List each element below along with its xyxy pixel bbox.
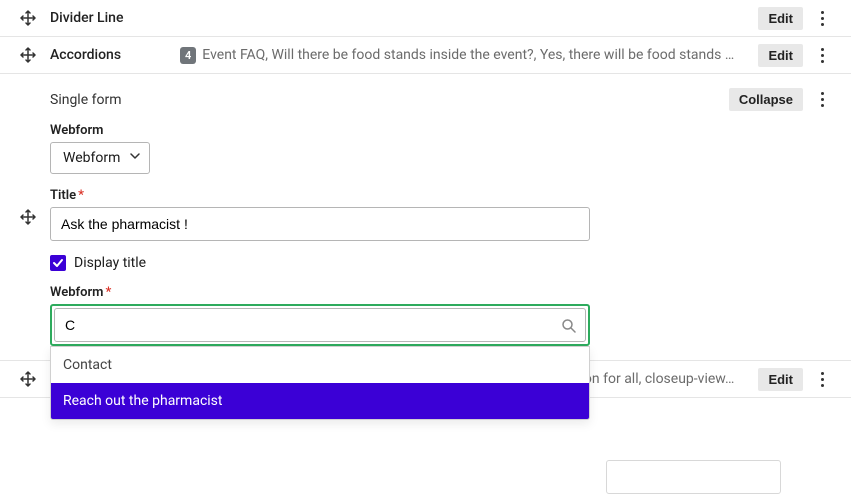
row-actions: Edit — [758, 368, 831, 391]
label-text: Title — [50, 188, 76, 203]
block-title: Divider Line — [50, 10, 170, 26]
field-label-webform-ref: Webform* — [50, 285, 831, 300]
summary-text: Event FAQ, Will there be food stands ins… — [202, 47, 734, 63]
select-value: Webform — [63, 150, 120, 166]
collapse-button[interactable]: Collapse — [729, 88, 803, 111]
autocomplete-option[interactable]: Contact — [51, 347, 589, 383]
edit-button[interactable]: Edit — [758, 44, 803, 67]
autocomplete-focus-ring — [50, 304, 590, 346]
chevron-down-icon — [129, 150, 141, 166]
display-title-checkbox-row[interactable]: Display title — [50, 255, 831, 271]
autocomplete-option-highlighted[interactable]: Reach out the pharmacist — [51, 383, 589, 419]
expanded-header: Single form Collapse — [50, 88, 831, 111]
block-title: Single form — [50, 92, 719, 108]
block-row-divider: Divider Line Edit — [0, 0, 851, 37]
webform-autocomplete: Contact Reach out the pharmacist — [50, 304, 590, 346]
block-header: Divider Line Edit — [20, 0, 831, 36]
edit-button[interactable]: Edit — [758, 7, 803, 30]
form-section: Webform Webform Title* Display title Web… — [50, 123, 831, 346]
count-badge: 4 — [180, 47, 196, 64]
drag-handle-icon[interactable] — [20, 47, 36, 63]
drag-handle-icon[interactable] — [20, 371, 36, 387]
required-marker: * — [78, 188, 84, 203]
required-marker: * — [105, 285, 111, 300]
title-input[interactable] — [50, 207, 590, 241]
block-title: Accordions — [50, 47, 170, 63]
more-actions-icon[interactable] — [813, 45, 831, 65]
field-label-title: Title* — [50, 188, 831, 203]
field-label-webform-type: Webform — [50, 123, 831, 138]
adjacent-field-outline — [606, 460, 781, 494]
more-actions-icon[interactable] — [813, 8, 831, 28]
checkbox-checked-icon[interactable] — [50, 255, 66, 271]
block-row-single-form: Single form Collapse Webform Webform Tit… — [0, 74, 851, 361]
webform-type-select[interactable]: Webform — [50, 142, 150, 174]
autocomplete-dropdown: Contact Reach out the pharmacist — [50, 346, 590, 420]
row-actions: Collapse — [729, 88, 831, 111]
row-actions: Edit — [758, 7, 831, 30]
search-icon — [561, 318, 576, 337]
block-summary: 4 Event FAQ, Will there be food stands in… — [180, 47, 748, 64]
expanded-inner: Single form Collapse Webform Webform Tit… — [20, 74, 831, 360]
block-header: Accordions 4 Event FAQ, Will there be foo… — [20, 37, 831, 73]
row-actions: Edit — [758, 44, 831, 67]
block-row-accordions: Accordions 4 Event FAQ, Will there be foo… — [0, 37, 851, 74]
webform-autocomplete-input[interactable] — [54, 308, 586, 342]
label-text: Webform — [50, 285, 103, 300]
drag-handle-icon[interactable] — [20, 10, 36, 26]
more-actions-icon[interactable] — [813, 90, 831, 110]
more-actions-icon[interactable] — [813, 369, 831, 389]
edit-button[interactable]: Edit — [758, 368, 803, 391]
checkbox-label: Display title — [74, 255, 146, 271]
